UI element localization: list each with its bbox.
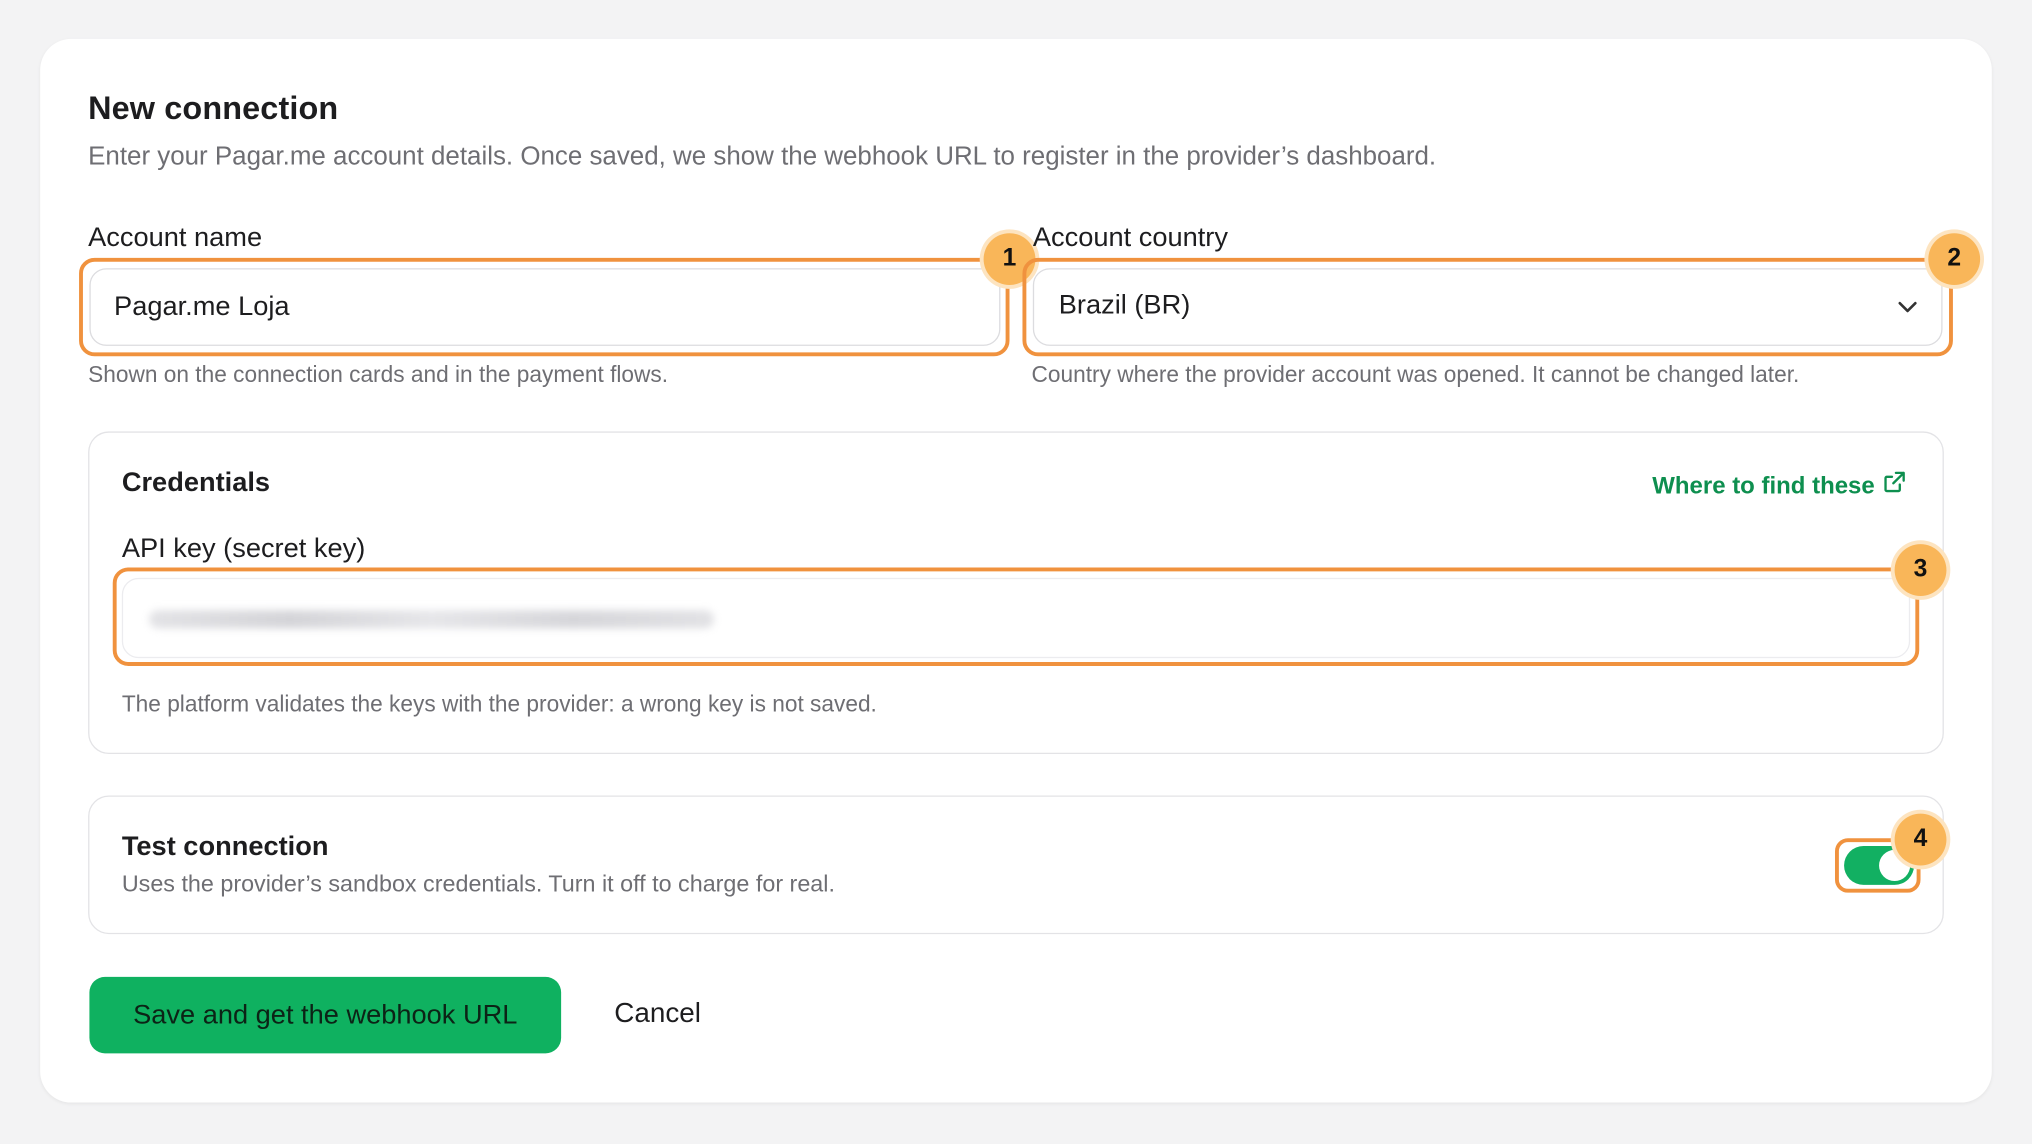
callout-4-badge: 4 [1894, 813, 1947, 866]
external-link-icon [1882, 470, 1905, 500]
page-subtitle: Enter your Pagar.me account details. Onc… [88, 142, 1437, 172]
callout-3-badge: 3 [1894, 544, 1947, 596]
credentials-help: The platform validates the keys with the… [121, 690, 877, 717]
callout-2-badge: 2 [1928, 233, 1981, 286]
api-key-label: API key (secret key) [121, 533, 366, 564]
account-name-value: Pagar.me Loja [114, 291, 290, 322]
cancel-button[interactable]: Cancel [614, 998, 701, 1030]
redacted-api-key [149, 610, 715, 629]
account-name-input[interactable]: Pagar.me Loja [89, 268, 1001, 346]
account-country-value: Brazil (BR) [1058, 290, 1191, 321]
account-name-label: Account name [88, 222, 263, 253]
callout-1-badge: 1 [983, 233, 1036, 286]
page: New connection Enter your Pagar.me accou… [0, 0, 2032, 1144]
where-to-find-link[interactable]: Where to find these [1652, 470, 1906, 500]
where-to-find-label: Where to find these [1652, 470, 1875, 499]
save-button[interactable]: Save and get the webhook URL [89, 976, 562, 1054]
account-name-help: Shown on the connection cards and in the… [88, 361, 669, 388]
chevron-down-icon [1896, 295, 1919, 325]
account-country-select[interactable]: Brazil (BR) [1032, 268, 1943, 346]
test-connection-title: Test connection [121, 831, 329, 862]
account-country-help: Country where the provider account was o… [1031, 361, 1800, 388]
api-key-input[interactable] [121, 577, 1911, 659]
credentials-title: Credentials [121, 467, 271, 498]
test-connection-description: Uses the provider’s sandbox credentials.… [121, 870, 835, 897]
page-title: New connection [88, 90, 339, 127]
test-connection-panel [88, 795, 1944, 935]
account-country-label: Account country [1032, 222, 1228, 253]
